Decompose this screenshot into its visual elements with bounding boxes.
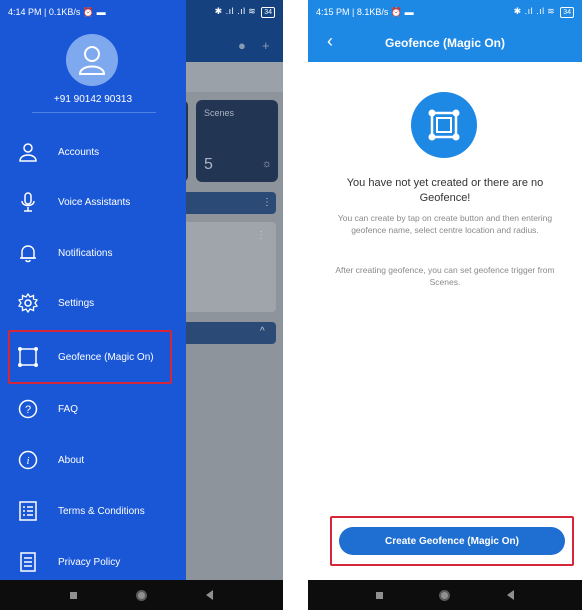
menu-item-label: Privacy Policy bbox=[58, 556, 121, 568]
drawer-divider bbox=[32, 112, 156, 113]
right-phone-screen: 4:15 PM | 8.1KB/s ⏰ ▬ ✱ .ıl .ıl ≋ 34 ‹ G… bbox=[308, 0, 582, 610]
wifi-icon: ≋ bbox=[248, 6, 256, 16]
microphone-icon bbox=[16, 190, 40, 214]
menu-item-label: About bbox=[58, 454, 85, 466]
menu-item-settings[interactable]: Settings bbox=[10, 283, 180, 323]
svg-text:?: ? bbox=[25, 404, 31, 416]
menu-item-notifications[interactable]: Notifications bbox=[10, 233, 180, 273]
menu-item-label: Accounts bbox=[58, 146, 100, 158]
gear-icon bbox=[16, 291, 40, 315]
system-nav-bar bbox=[308, 580, 582, 610]
more-icon: ⋮ bbox=[256, 230, 266, 241]
empty-state-description-2: After creating geofence, you can set geo… bbox=[335, 265, 555, 287]
page-title: Geofence (Magic On) bbox=[384, 36, 506, 50]
status-time: 4:15 PM | 8.1KB/s bbox=[316, 6, 389, 17]
bell-icon: ● bbox=[238, 38, 246, 53]
battery-icon: 34 bbox=[560, 7, 574, 18]
info-icon: i bbox=[16, 448, 40, 472]
signal-icon: ✱ .ıl .ıl bbox=[513, 6, 545, 16]
avatar[interactable] bbox=[66, 34, 118, 86]
create-geofence-button[interactable]: Create Geofence (Magic On) bbox=[339, 527, 565, 555]
menu-item-label: Notifications bbox=[58, 247, 113, 259]
background-app-band bbox=[186, 62, 283, 92]
user-icon bbox=[78, 46, 106, 75]
menu-item-faq[interactable]: ? FAQ bbox=[10, 389, 180, 429]
home-button[interactable] bbox=[135, 589, 147, 601]
empty-state-title: You have not yet created or there are no… bbox=[346, 177, 544, 204]
status-bar: 4:14 PM | 0.1KB/s ⏰ ▬ ✱ .ıl .ıl ≋ 34 bbox=[0, 0, 283, 24]
question-icon: ? bbox=[16, 397, 40, 421]
menu-item-terms[interactable]: Terms & Conditions bbox=[10, 491, 180, 531]
recents-button[interactable] bbox=[376, 591, 384, 599]
wifi-icon: ≋ bbox=[547, 6, 555, 16]
home-button[interactable] bbox=[439, 589, 451, 601]
menu-item-label: FAQ bbox=[58, 403, 79, 415]
more-icon: ⋮ bbox=[262, 197, 272, 208]
phone-number: +91 90142 90313 bbox=[53, 94, 133, 105]
status-bar: 4:15 PM | 8.1KB/s ⏰ ▬ ✱ .ıl .ıl ≋ 34 bbox=[308, 0, 582, 24]
left-phone-screen: ● + Scenes 5 ☼ ⋮ ⋮ ^ 4:14 PM | 0.1KB/s ⏰… bbox=[0, 0, 283, 610]
create-geofence-highlight: Create Geofence (Magic On) bbox=[330, 516, 574, 566]
notification-icons: ⏰ ▬ bbox=[82, 6, 106, 17]
menu-item-label: Terms & Conditions bbox=[58, 505, 145, 517]
menu-item-privacy-policy[interactable]: Privacy Policy bbox=[10, 542, 180, 582]
notification-icons: ⏰ ▬ bbox=[390, 6, 414, 17]
scenes-card: Scenes 5 ☼ bbox=[196, 100, 278, 182]
status-time: 4:14 PM | 0.1KB/s bbox=[8, 6, 81, 17]
signal-icon: ✱ .ıl .ıl bbox=[214, 6, 246, 16]
system-nav-bar bbox=[0, 580, 283, 610]
app-header: 4:15 PM | 8.1KB/s ⏰ ▬ ✱ .ıl .ıl ≋ 34 ‹ G… bbox=[308, 0, 582, 62]
checklist-icon bbox=[16, 499, 40, 523]
menu-item-label: Voice Assistants bbox=[58, 196, 131, 208]
scenes-card-title: Scenes bbox=[204, 108, 235, 118]
geofence-icon bbox=[411, 92, 477, 158]
menu-item-label: Geofence (Magic On) bbox=[58, 351, 154, 363]
scenes-card-count: 5 bbox=[204, 156, 213, 173]
document-icon bbox=[16, 550, 40, 574]
back-button[interactable] bbox=[206, 590, 214, 600]
menu-item-about[interactable]: i About bbox=[10, 440, 180, 480]
navigation-drawer: 4:14 PM | 0.1KB/s ⏰ ▬ ✱ .ıl .ıl ≋ 34 +91… bbox=[0, 0, 275, 582]
menu-item-label: Settings bbox=[58, 297, 95, 309]
recents-button[interactable] bbox=[69, 591, 77, 599]
menu-item-geofence[interactable]: Geofence (Magic On) bbox=[8, 330, 172, 384]
chevron-up-icon: ^ bbox=[260, 326, 265, 337]
plus-icon: + bbox=[262, 38, 270, 53]
menu-item-voice-assistants[interactable]: Voice Assistants bbox=[10, 182, 180, 222]
sun-icon: ☼ bbox=[261, 158, 272, 170]
battery-icon: 34 bbox=[261, 7, 275, 18]
empty-state-description: You can create by tap on create button a… bbox=[337, 213, 553, 235]
bell-icon bbox=[16, 241, 40, 265]
back-button[interactable] bbox=[506, 590, 514, 600]
geofence-icon bbox=[16, 345, 40, 369]
menu-item-accounts[interactable]: Accounts bbox=[10, 132, 180, 172]
background-app: ● + Scenes 5 ☼ ⋮ ⋮ ^ bbox=[180, 0, 283, 580]
user-icon bbox=[16, 140, 40, 164]
svg-text:i: i bbox=[26, 455, 29, 467]
